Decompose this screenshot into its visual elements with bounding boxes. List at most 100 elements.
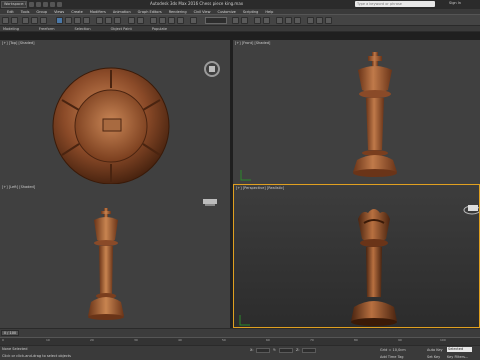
front-view-king-render (240, 52, 397, 181)
menu-rendering[interactable]: Rendering (169, 10, 187, 14)
viewport-label-top[interactable]: [+] [Top] [Shaded] (2, 41, 34, 45)
top-viewport[interactable]: [+] [Top] [Shaded] (0, 40, 230, 188)
redo-icon[interactable] (57, 2, 62, 7)
track-bar[interactable]: 0 10 20 30 40 50 60 70 80 90 100 (0, 337, 480, 345)
tab-modeling[interactable]: Modeling (3, 27, 19, 31)
open-file-icon[interactable] (36, 2, 41, 7)
scale-icon[interactable] (114, 17, 121, 24)
link-icon[interactable] (22, 17, 29, 24)
perspective-view-king-render (239, 205, 479, 326)
spinner-snap-icon[interactable] (177, 17, 184, 24)
align-icon[interactable] (241, 17, 248, 24)
search-input[interactable]: Type a keyword or phrase (355, 1, 435, 7)
frame-tick: 40 (178, 338, 182, 342)
frame-tick: 90 (398, 338, 402, 342)
layer-explorer-icon[interactable] (254, 17, 261, 24)
rotate-icon[interactable] (105, 17, 112, 24)
rendered-frame-window-icon[interactable] (316, 17, 323, 24)
viewport-label-perspective[interactable]: [+] [Perspective] [Realistic] (236, 186, 284, 190)
set-key-button[interactable]: Set Key (427, 355, 440, 359)
move-icon[interactable] (96, 17, 103, 24)
left-viewport[interactable]: [+] [Left] [Shaded] (0, 184, 230, 328)
add-time-tag[interactable]: Add Time Tag (380, 355, 404, 359)
redo-icon[interactable] (11, 17, 18, 24)
menu-help[interactable]: Help (265, 10, 273, 14)
schematic-view-icon[interactable] (285, 17, 292, 24)
select-by-name-icon[interactable] (65, 17, 72, 24)
menu-modifiers[interactable]: Modifiers (90, 10, 106, 14)
x-coord-label: X: (250, 348, 254, 352)
mirror-icon[interactable] (232, 17, 239, 24)
material-editor-icon[interactable] (294, 17, 301, 24)
top-view-king-render (52, 61, 220, 185)
grid-size: Grid = 10,0cm (380, 348, 406, 352)
time-slider[interactable]: 0 / 100 (0, 328, 480, 337)
pivot-center-icon[interactable] (137, 17, 144, 24)
z-coord-field[interactable] (302, 348, 316, 353)
render-production-icon[interactable] (325, 17, 332, 24)
title-bar: Workspace: Default Autodesk 3ds Max 2016… (0, 0, 480, 9)
left-view-king-render (88, 199, 217, 320)
viewport-label-left[interactable]: [+] [Left] [Shaded] (2, 185, 35, 189)
menu-customize[interactable]: Customize (217, 10, 235, 14)
viewport-label-front[interactable]: [+] [Front] [Shaded] (235, 41, 270, 45)
render-setup-icon[interactable] (307, 17, 314, 24)
frame-tick: 100 (440, 338, 446, 342)
z-coord-label: Z: (296, 348, 300, 352)
reference-coordinate-icon[interactable] (128, 17, 135, 24)
new-file-icon[interactable] (29, 2, 34, 7)
undo-icon[interactable] (50, 2, 55, 7)
edit-named-selection-icon[interactable] (190, 17, 197, 24)
y-coord-label: Y: (273, 348, 276, 352)
named-selection-set-dropdown[interactable] (205, 17, 227, 24)
perspective-viewport[interactable]: [+] [Perspective] [Realistic] (233, 184, 480, 328)
selection-status: None Selected (2, 347, 28, 351)
snap-toggle-icon[interactable] (150, 17, 157, 24)
select-object-icon[interactable] (56, 17, 63, 24)
tab-freeform[interactable]: Freeform (39, 27, 55, 31)
tab-populate[interactable]: Populate (152, 27, 167, 31)
key-mode-dropdown[interactable]: Selected (447, 347, 472, 352)
front-viewport[interactable]: [+] [Front] [Shaded] (233, 40, 480, 188)
unlink-icon[interactable] (31, 17, 38, 24)
menu-create[interactable]: Create (71, 10, 83, 14)
frame-tick: 20 (90, 338, 94, 342)
angle-snap-icon[interactable] (159, 17, 166, 24)
workspace-dropdown[interactable]: Workspace: Default (1, 1, 27, 8)
menu-edit[interactable]: Edit (7, 10, 14, 14)
save-file-icon[interactable] (43, 2, 48, 7)
graphite-toggle-icon[interactable] (263, 17, 270, 24)
3ds-max-window: Workspace: Default Autodesk 3ds Max 2016… (0, 0, 480, 360)
window-crossing-icon[interactable] (83, 17, 90, 24)
bind-space-warp-icon[interactable] (40, 17, 47, 24)
x-coord-field[interactable] (256, 348, 270, 353)
auto-key-button[interactable]: Auto Key (427, 348, 443, 352)
menu-civil-view[interactable]: Civil View (194, 10, 211, 14)
y-coord-field[interactable] (279, 348, 293, 353)
tab-object-paint[interactable]: Object Paint (111, 27, 132, 31)
curve-editor-icon[interactable] (276, 17, 283, 24)
undo-icon[interactable] (2, 17, 9, 24)
menu-views[interactable]: Views (54, 10, 64, 14)
window-title: Autodesk 3ds Max 2016 Chess piece king.m… (150, 1, 244, 6)
selection-region-icon[interactable] (74, 17, 81, 24)
menu-scripting[interactable]: Scripting (243, 10, 259, 14)
key-filters-button[interactable]: Key Filters... (447, 355, 468, 359)
status-bar: None Selected Click or click-and-drag to… (0, 345, 480, 360)
frame-tick: 10 (46, 338, 50, 342)
frame-tick: 0 (2, 338, 4, 342)
sign-in-link[interactable]: Sign In (449, 1, 461, 5)
prompt-line: Click or click-and-drag to select object… (2, 354, 71, 358)
menu-group[interactable]: Group (36, 10, 47, 14)
menu-graph-editors[interactable]: Graph Editors (138, 10, 162, 14)
menu-animation[interactable]: Animation (113, 10, 131, 14)
frame-tick: 30 (134, 338, 138, 342)
frame-tick: 50 (222, 338, 226, 342)
viewport-area: [+] [Top] [Shaded] [+] [Front] [Shaded] … (0, 32, 480, 328)
time-slider-handle[interactable]: 0 / 100 (1, 330, 19, 336)
menu-tools[interactable]: Tools (21, 10, 30, 14)
percent-snap-icon[interactable] (168, 17, 175, 24)
main-toolbar (0, 14, 480, 26)
tab-selection[interactable]: Selection (75, 27, 91, 31)
frame-tick: 60 (266, 338, 270, 342)
